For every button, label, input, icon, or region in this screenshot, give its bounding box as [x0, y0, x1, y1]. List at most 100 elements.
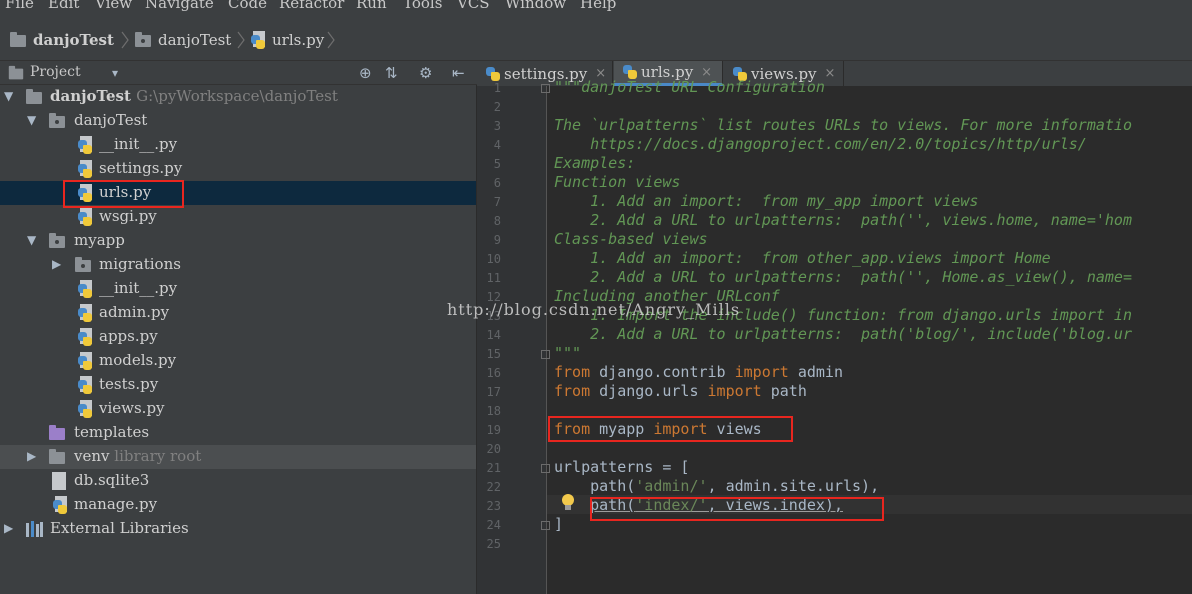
- tree-item-danjotest-package[interactable]: ▼ danjoTest: [0, 109, 476, 133]
- package-folder-icon: [49, 113, 65, 128]
- tree-item-label: templates: [74, 423, 150, 441]
- tree-item-init[interactable]: __init__.py: [0, 277, 476, 301]
- menu-window[interactable]: Window: [505, 0, 566, 12]
- code-line: urlpatterns = [: [554, 458, 690, 476]
- code-line: The `urlpatterns` list routes URLs to vi…: [554, 116, 1132, 134]
- line-number: 3: [493, 119, 501, 133]
- python-file-icon: [77, 376, 93, 394]
- expanded-arrow-icon[interactable]: ▼: [27, 233, 36, 247]
- tree-item-views[interactable]: views.py: [0, 397, 476, 421]
- folder-icon: [10, 32, 26, 47]
- tree-item-label: models.py: [99, 351, 177, 369]
- breadcrumb-project[interactable]: danjoTest: [33, 30, 114, 50]
- menu-file[interactable]: File: [5, 0, 34, 12]
- collapsed-arrow-icon[interactable]: ▶: [52, 257, 61, 271]
- line-number: 9: [493, 233, 501, 247]
- package-folder-icon: [49, 233, 65, 248]
- gear-icon[interactable]: ⚙: [419, 64, 432, 82]
- line-number: 10: [486, 252, 501, 266]
- code-line: """danjoTest URL Configuration: [554, 78, 825, 96]
- tree-item-manage[interactable]: manage.py: [0, 493, 476, 517]
- annotation-box-import: [548, 416, 793, 442]
- line-number: 8: [493, 214, 501, 228]
- tree-item-init[interactable]: __init__.py: [0, 133, 476, 157]
- python-file-icon: [77, 208, 93, 226]
- collapsed-arrow-icon[interactable]: ▶: [4, 521, 13, 535]
- fold-marker-icon[interactable]: [541, 521, 550, 530]
- code-line: path('admin/', admin.site.urls),: [554, 477, 880, 495]
- expanded-arrow-icon[interactable]: ▼: [27, 113, 36, 127]
- python-icon: [485, 66, 501, 82]
- tree-item-migrations[interactable]: ▶ migrations: [0, 253, 476, 277]
- menu-help[interactable]: Help: [580, 0, 616, 12]
- code-line: ]: [554, 515, 564, 533]
- menu-tools[interactable]: Tools: [403, 0, 442, 12]
- chevron-right-icon: [327, 31, 335, 49]
- lightbulb-icon[interactable]: [561, 494, 575, 512]
- tree-item-wsgi[interactable]: wsgi.py: [0, 205, 476, 229]
- menu-view[interactable]: View: [95, 0, 132, 12]
- menu-code[interactable]: Code: [228, 0, 267, 12]
- code-line: 1. Add an import: from other_app.views i…: [554, 249, 1051, 267]
- fold-marker-icon[interactable]: [541, 464, 550, 473]
- python-file-icon: [77, 352, 93, 370]
- tree-item-label: migrations: [99, 255, 181, 273]
- file-icon: [52, 472, 66, 490]
- tree-item-external-libraries[interactable]: ▶ External Libraries: [0, 517, 476, 541]
- tree-item-admin[interactable]: admin.py: [0, 301, 476, 325]
- line-number: 6: [493, 176, 501, 190]
- line-number: 25: [486, 537, 501, 551]
- tree-item-label: settings.py: [99, 159, 183, 177]
- chevron-right-icon: [237, 31, 245, 49]
- tree-item-models[interactable]: models.py: [0, 349, 476, 373]
- tree-item-apps[interactable]: apps.py: [0, 325, 476, 349]
- line-number: 2: [493, 100, 501, 114]
- tree-item-label: tests.py: [99, 375, 159, 393]
- collapse-all-icon[interactable]: ⇅: [385, 64, 398, 82]
- code-line: Class-based views: [554, 230, 708, 248]
- code-line: 1. Add an import: from my_app import vie…: [554, 192, 979, 210]
- tree-item-settings[interactable]: settings.py: [0, 157, 476, 181]
- code-line: from django.urls import path: [554, 382, 807, 400]
- project-panel-header: Project ▾ ⊕ ⇅ ⚙ ⇤: [0, 61, 477, 85]
- tree-item-venv[interactable]: ▶ venv library root: [0, 445, 476, 469]
- menu-navigate[interactable]: Navigate: [145, 0, 214, 12]
- line-number: 1: [493, 81, 501, 95]
- code-line: 2. Add a URL to urlpatterns: path('', vi…: [554, 211, 1132, 229]
- fold-marker-icon[interactable]: [541, 350, 550, 359]
- tree-item-tests[interactable]: tests.py: [0, 373, 476, 397]
- line-number: 5: [493, 157, 501, 171]
- project-view-dropdown-icon[interactable]: ▾: [112, 66, 118, 80]
- menu-vcs[interactable]: VCS: [457, 0, 490, 12]
- project-panel-title[interactable]: Project: [30, 64, 81, 80]
- hide-panel-icon[interactable]: ⇤: [452, 64, 465, 82]
- expanded-arrow-icon[interactable]: ▼: [4, 89, 13, 103]
- tree-item-myapp[interactable]: ▼ myapp: [0, 229, 476, 253]
- folder-icon: [26, 89, 42, 104]
- menu-run[interactable]: Run: [356, 0, 387, 12]
- menu-refactor[interactable]: Refactor: [279, 0, 344, 12]
- breadcrumb-file[interactable]: urls.py: [272, 30, 324, 50]
- fold-marker-icon[interactable]: [541, 84, 550, 93]
- tree-item-label: External Libraries: [50, 519, 189, 537]
- collapsed-arrow-icon[interactable]: ▶: [27, 449, 36, 463]
- templates-folder-icon: [49, 425, 65, 440]
- tree-item-db[interactable]: db.sqlite3: [0, 469, 476, 493]
- close-icon[interactable]: ×: [825, 66, 836, 81]
- breadcrumb-package[interactable]: danjoTest: [158, 30, 231, 50]
- tree-item-label: db.sqlite3: [74, 471, 150, 489]
- tree-item-label: admin.py: [99, 303, 170, 321]
- python-file-icon: [77, 136, 93, 154]
- tree-item-label: danjoTest: [74, 111, 148, 129]
- code-line: Function views: [554, 173, 681, 191]
- line-number: 4: [493, 138, 501, 152]
- chevron-right-icon: [121, 31, 129, 49]
- line-number: 21: [486, 461, 501, 475]
- tree-item-root[interactable]: ▼ danjoTest G:\pyWorkspace\danjoTest: [0, 85, 476, 109]
- line-number: 14: [486, 328, 501, 342]
- tree-item-templates[interactable]: templates: [0, 421, 476, 445]
- scroll-from-source-icon[interactable]: ⊕: [359, 64, 372, 82]
- project-icon: [8, 65, 24, 80]
- code-line: """: [554, 344, 582, 362]
- menu-edit[interactable]: Edit: [48, 0, 79, 12]
